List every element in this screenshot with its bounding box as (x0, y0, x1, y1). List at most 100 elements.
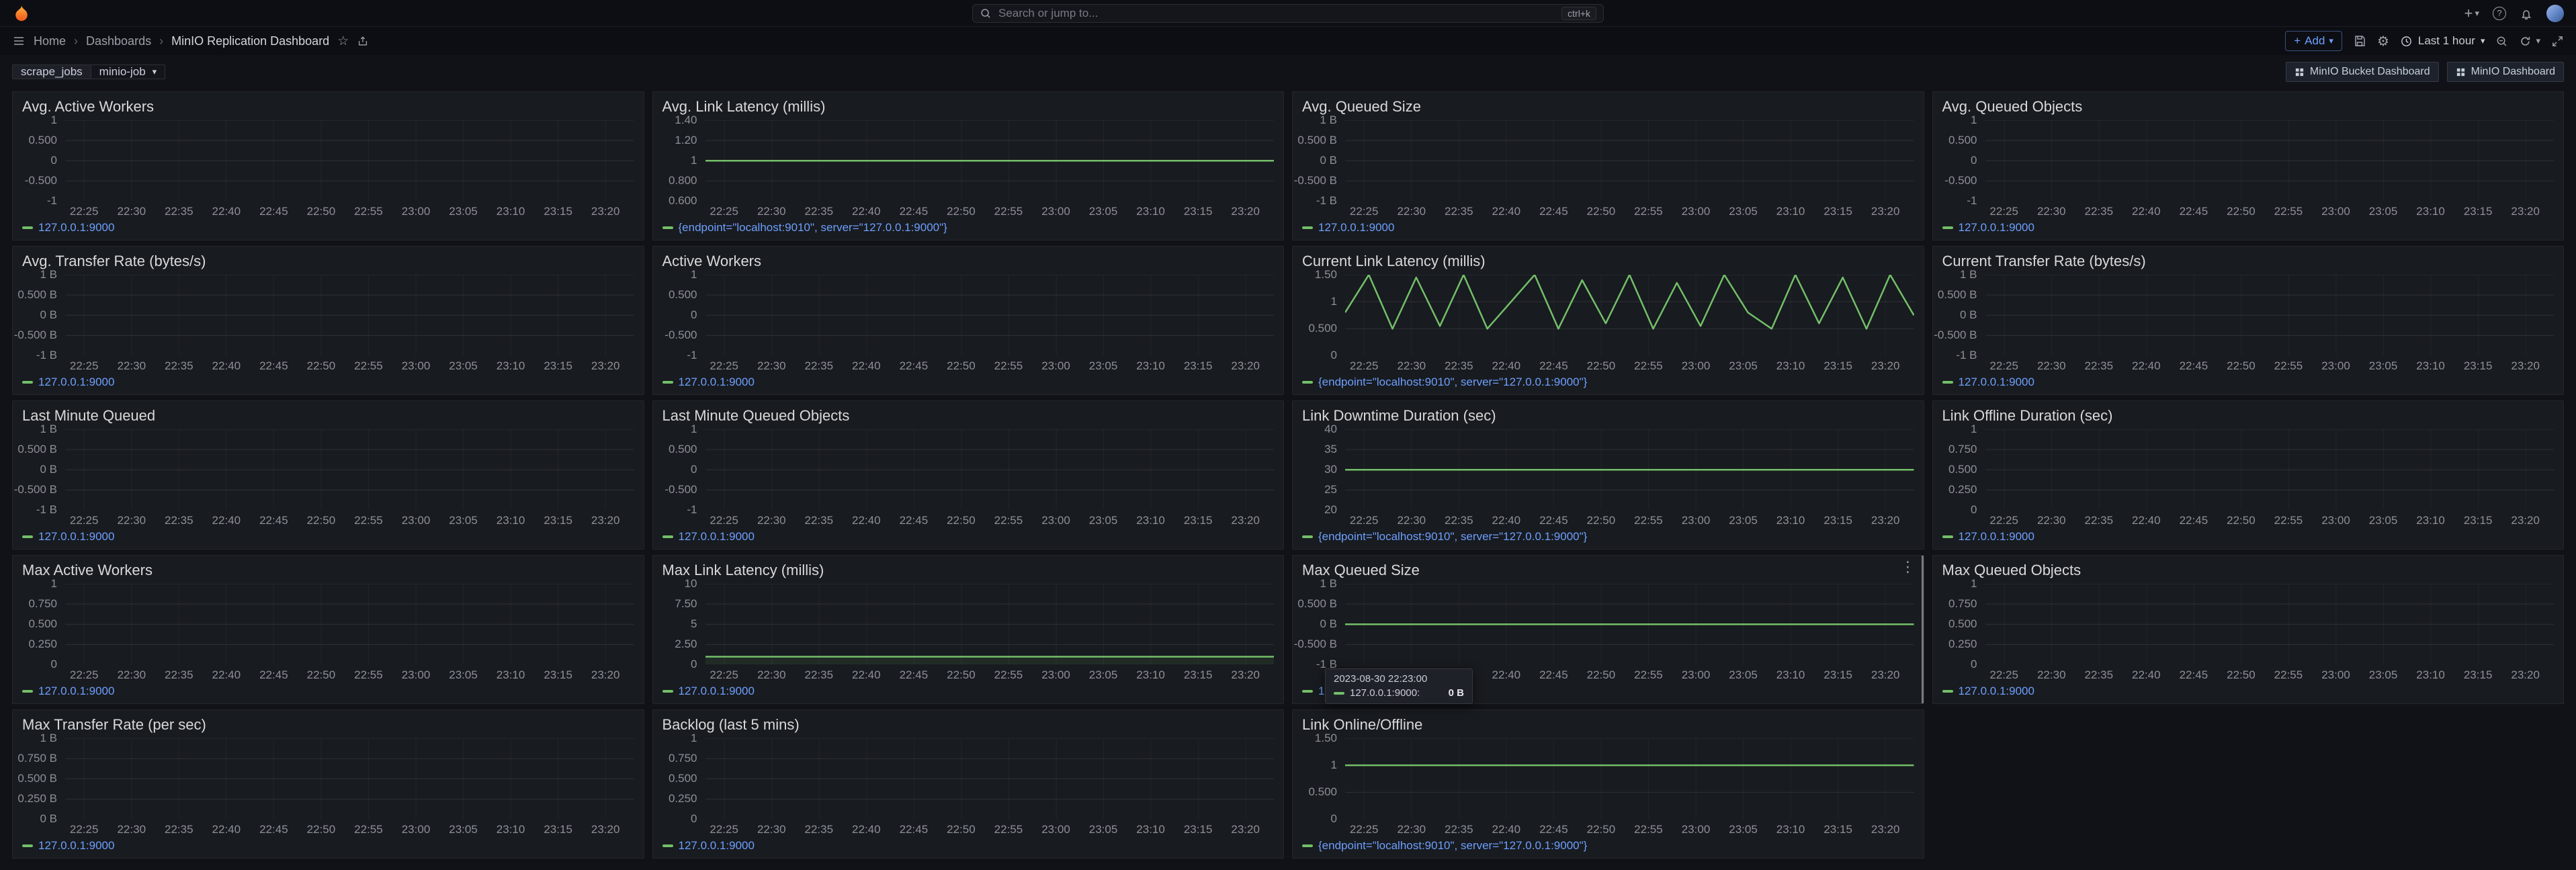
legend-series-label[interactable]: 127.0.0.1:9000 (679, 376, 755, 389)
variable-value-select[interactable]: minio-job ▾ (91, 64, 166, 79)
plot-area[interactable] (1345, 584, 1914, 665)
plot-area[interactable] (65, 275, 634, 356)
panel-title[interactable]: Max Queued Objects (1942, 561, 2554, 580)
legend-series-label[interactable]: 127.0.0.1:9000 (38, 376, 114, 389)
plot-area[interactable] (705, 584, 1275, 665)
x-tick-label: 23:05 (1729, 205, 1758, 218)
plot-area[interactable] (1345, 738, 1914, 820)
legend-series-label[interactable]: {endpoint="localhost:9010", server="127.… (679, 221, 947, 234)
panel-title[interactable]: Link Downtime Duration (sec) (1302, 406, 1914, 425)
panel-title[interactable]: Avg. Link Latency (millis) (662, 97, 1275, 116)
plot-area[interactable] (65, 738, 634, 820)
panel-title[interactable]: Avg. Queued Objects (1942, 97, 2554, 116)
legend-series-label[interactable]: 127.0.0.1:9000 (1959, 530, 2034, 543)
time-range-picker[interactable]: Last 1 hour ▾ (2400, 34, 2485, 48)
breadcrumb-dashboards[interactable]: Dashboards (86, 34, 151, 48)
x-tick-label: 23:00 (1682, 205, 1711, 218)
panel-title[interactable]: Avg. Transfer Rate (bytes/s) (22, 252, 634, 271)
x-tick-label: 23:00 (1041, 359, 1070, 373)
legend-series-label[interactable]: 127.0.0.1:9000 (1959, 221, 2034, 234)
notifications-button[interactable] (2520, 7, 2533, 20)
kiosk-mode-button[interactable] (2551, 35, 2564, 48)
legend-series-label[interactable]: 127.0.0.1:9000 (38, 221, 114, 234)
x-tick-label: 22:30 (757, 823, 786, 836)
panel-title[interactable]: Avg. Queued Size (1302, 97, 1914, 116)
share-button[interactable] (357, 35, 369, 47)
plot-area[interactable] (1345, 120, 1914, 202)
x-tick-label: 22:55 (994, 668, 1023, 682)
save-dashboard-button[interactable] (2353, 34, 2366, 48)
x-axis: 22:2522:3022:3522:4022:4522:5022:5523:00… (65, 819, 634, 836)
plot-area[interactable] (705, 120, 1275, 202)
plot-area[interactable] (1985, 120, 2554, 202)
variable-label: scrape_jobs (12, 64, 91, 79)
legend-series-label[interactable]: 127.0.0.1:9000 (38, 530, 114, 543)
plot-area[interactable] (65, 429, 634, 511)
x-tick-label: 22:30 (757, 668, 786, 682)
chevron-down-icon: ▾ (2329, 36, 2333, 46)
help-button[interactable]: ? (2493, 7, 2506, 20)
plot-area[interactable] (1985, 275, 2554, 356)
x-tick-label: 22:55 (1634, 668, 1663, 682)
panel-title[interactable]: Avg. Active Workers (22, 97, 634, 116)
panel-title[interactable]: Current Link Latency (millis) (1302, 252, 1914, 271)
mega-menu-button[interactable] (12, 34, 26, 48)
plot-area[interactable] (1985, 429, 2554, 511)
plot-area[interactable] (1345, 429, 1914, 511)
panel-title[interactable]: Max Link Latency (millis) (662, 561, 1275, 580)
star-icon[interactable]: ☆ (337, 34, 349, 49)
legend-series-label[interactable]: 127.0.0.1:9000 (38, 685, 114, 698)
breadcrumb-separator: › (159, 34, 163, 48)
series-color-swatch (1942, 690, 1953, 693)
legend-series-label[interactable]: {endpoint="localhost:9010", server="127.… (1318, 839, 1587, 853)
legend-series-label[interactable]: 127.0.0.1:9000 (38, 839, 114, 853)
add-panel-button[interactable]: + Add ▾ (2285, 31, 2342, 51)
plot-area[interactable] (705, 275, 1275, 356)
user-avatar[interactable] (2546, 5, 2564, 22)
chart-canvas (705, 738, 1275, 820)
panel-title[interactable]: Last Minute Queued (22, 406, 634, 425)
panel-title[interactable]: Link Online/Offline (1302, 715, 1914, 734)
new-button[interactable]: + ▾ (2464, 7, 2479, 20)
panel-title[interactable]: Backlog (last 5 mins) (662, 715, 1275, 734)
legend-series-label[interactable]: 127.0.0.1:9000 (1318, 221, 1394, 234)
grafana-logo[interactable] (12, 4, 31, 23)
x-tick-label: 22:55 (1634, 205, 1663, 218)
search-input[interactable]: Search or jump to... ctrl+k (972, 4, 1604, 23)
link-minio-bucket-dashboard[interactable]: MinIO Bucket Dashboard (2286, 62, 2439, 82)
zoom-out-time-button[interactable] (2495, 35, 2508, 48)
legend-series-label[interactable]: 127.0.0.1:9000 (1959, 685, 2034, 698)
legend-series-label[interactable]: 127.0.0.1:9000 (679, 685, 755, 698)
plot-area[interactable] (705, 738, 1275, 820)
x-tick-label: 23:05 (1089, 514, 1118, 527)
plot-area[interactable] (1985, 584, 2554, 665)
panel-title[interactable]: Max Transfer Rate (per sec) (22, 715, 634, 734)
plot-area[interactable] (65, 120, 634, 202)
x-tick-label: 22:40 (852, 668, 881, 682)
legend-series-label[interactable]: 127.0.0.1:9000 (679, 530, 755, 543)
panel-title[interactable]: Last Minute Queued Objects (662, 406, 1275, 425)
panel-title[interactable]: Link Offline Duration (sec) (1942, 406, 2554, 425)
plot-area[interactable] (705, 429, 1275, 511)
variable-scrape-jobs[interactable]: scrape_jobs minio-job ▾ (12, 64, 165, 79)
plot-area[interactable] (65, 584, 634, 665)
breadcrumb-home[interactable]: Home (34, 34, 66, 48)
plot-area[interactable] (1345, 275, 1914, 356)
legend-series-label[interactable]: {endpoint="localhost:9010", server="127.… (1318, 376, 1587, 389)
link-minio-dashboard[interactable]: MinIO Dashboard (2447, 62, 2564, 82)
panel-title[interactable]: Active Workers (662, 252, 1275, 271)
legend-series-label[interactable]: {endpoint="localhost:9010", server="127.… (1318, 530, 1587, 543)
panel-title[interactable]: Max Queued Size (1302, 561, 1914, 580)
refresh-interval-dropdown[interactable]: ▾ (2536, 36, 2540, 46)
legend-series-label[interactable]: 127.0.0.1:9000 (1959, 376, 2034, 389)
dashboard-settings-button[interactable]: ⚙ (2377, 33, 2389, 50)
x-tick-label: 22:30 (117, 205, 146, 218)
refresh-button[interactable]: ▾ (2519, 35, 2540, 48)
panel-title[interactable]: Current Transfer Rate (bytes/s) (1942, 252, 2554, 271)
x-tick-label: 23:00 (402, 359, 431, 373)
clock-icon (2400, 35, 2413, 48)
panel-menu-icon[interactable]: ⋮ (1901, 560, 1916, 574)
legend-series-label[interactable]: 127.0.0.1:9000 (679, 839, 755, 853)
chart-legend: 127.0.0.1:9000 (662, 529, 1275, 545)
panel-title[interactable]: Max Active Workers (22, 561, 634, 580)
